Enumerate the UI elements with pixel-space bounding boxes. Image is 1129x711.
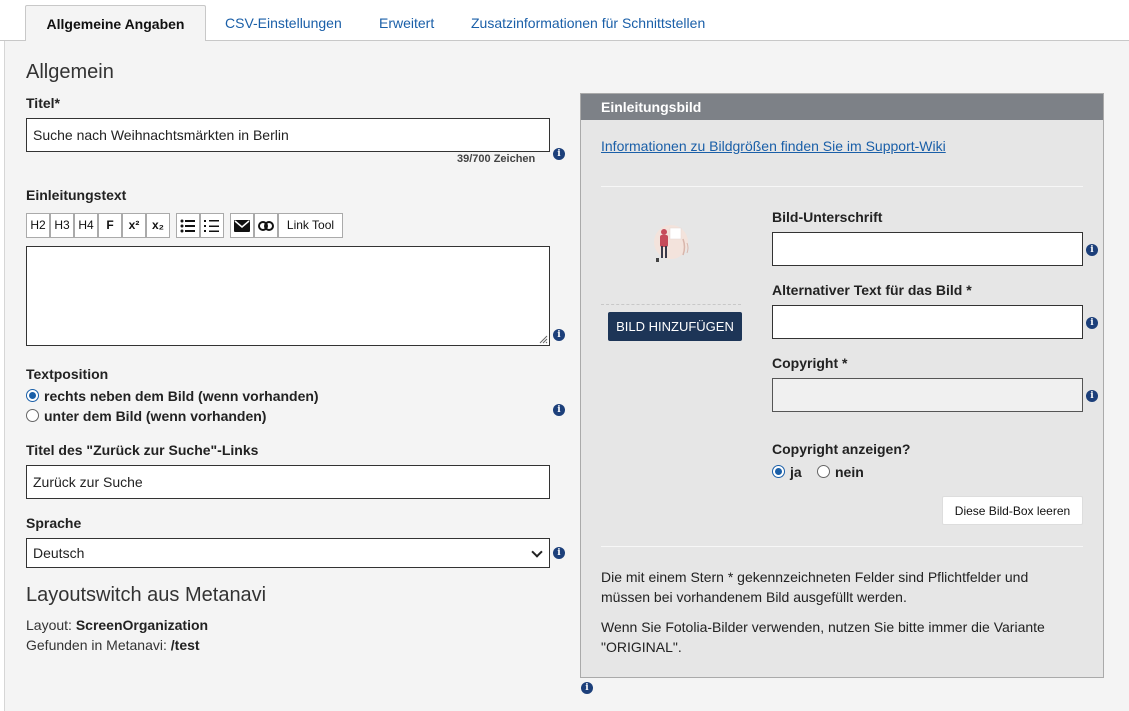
required-fields-note: Die mit einem Stern * gekennzeichneten F… (601, 569, 1029, 605)
numbered-list-icon (204, 220, 219, 232)
envelope-icon (234, 220, 250, 232)
show-copyright-no-label[interactable]: nein (835, 464, 864, 480)
h3-button[interactable]: H3 (50, 213, 74, 238)
layout-label: Layout: (26, 617, 72, 633)
back-link-label: Titel des "Zurück zur Suche"-Links (26, 442, 259, 458)
numbered-list-button[interactable] (200, 213, 224, 238)
info-icon[interactable]: i (1086, 317, 1098, 329)
title-char-counter: 39/700 Zeichen (457, 153, 536, 165)
divider (601, 546, 1083, 547)
info-icon[interactable]: i (553, 404, 565, 416)
intro-text-label: Einleitungstext (26, 187, 127, 203)
info-icon[interactable]: i (581, 682, 593, 694)
textposition-below-label[interactable]: unter dem Bild (wenn vorhanden) (44, 408, 266, 424)
image-drop-divider (601, 304, 741, 305)
show-copyright-no-radio[interactable] (817, 465, 830, 478)
chevron-down-icon (531, 546, 543, 558)
link-button[interactable] (254, 213, 278, 238)
bullet-list-button[interactable] (176, 213, 200, 238)
tab-content: Allgemein Titel* Suche nach Weihnachtsmä… (4, 41, 1129, 711)
clear-image-box-button[interactable]: Diese Bild-Box leeren (942, 496, 1083, 525)
tab-zusatzinformationen[interactable]: Zusatzinformationen für Schnittstellen (453, 5, 723, 41)
caption-label: Bild-Unterschrift (772, 209, 883, 225)
bullet-list-icon (180, 219, 195, 233)
h4-button[interactable]: H4 (74, 213, 98, 238)
caption-input[interactable] (772, 232, 1083, 266)
metanavi-label: Gefunden in Metanavi: (26, 637, 167, 653)
textposition-right-label[interactable]: rechts neben dem Bild (wenn vorhanden) (44, 388, 319, 404)
add-image-button[interactable]: BILD HINZUFÜGEN (608, 312, 742, 341)
language-label: Sprache (26, 515, 82, 531)
textposition-below-radio[interactable] (26, 409, 39, 422)
divider (601, 186, 1083, 187)
language-select[interactable]: Deutsch (26, 538, 550, 568)
tab-allgemeine-angaben[interactable]: Allgemeine Angaben (25, 5, 206, 42)
link-icon (258, 221, 274, 231)
textposition-label: Textposition (26, 366, 109, 382)
alt-text-label: Alternativer Text für das Bild * (772, 282, 972, 298)
layout-value: ScreenOrganization (75, 617, 209, 633)
intro-textarea[interactable] (26, 246, 550, 346)
info-icon[interactable]: i (1086, 390, 1098, 402)
textposition-right-radio[interactable] (26, 389, 39, 402)
intro-image-panel: Einleitungsbild Informationen zu Bildgrö… (580, 93, 1104, 678)
subscript-button[interactable]: x₂ (146, 213, 170, 238)
title-label: Titel* (26, 95, 60, 111)
tab-erweitert[interactable]: Erweitert (361, 5, 452, 41)
bold-button[interactable]: F (98, 213, 122, 238)
info-icon[interactable]: i (1086, 244, 1098, 256)
resize-handle-icon[interactable] (538, 334, 548, 344)
show-copyright-yes-label[interactable]: ja (790, 464, 802, 480)
info-icon[interactable]: i (553, 329, 565, 341)
show-copyright-yes-radio[interactable] (772, 465, 785, 478)
layout-info-row: Layout: ScreenOrganization (26, 617, 208, 633)
info-icon[interactable]: i (553, 148, 565, 160)
back-link-input[interactable]: Zurück zur Suche (26, 465, 550, 499)
title-input[interactable]: Suche nach Weihnachtsmärkten in Berlin (26, 118, 550, 152)
section-heading-allgemein: Allgemein (26, 61, 114, 83)
link-tool-button[interactable]: Link Tool (278, 213, 343, 238)
copyright-input[interactable] (772, 378, 1083, 412)
image-placeholder-icon (654, 225, 689, 262)
tab-bar: Allgemeine Angaben CSV-Einstellungen Erw… (0, 0, 1129, 42)
fotolia-note: Wenn Sie Fotolia-Bilder verwenden, nutze… (601, 619, 1045, 655)
language-select-value: Deutsch (33, 545, 85, 561)
tab-csv-einstellungen[interactable]: CSV-Einstellungen (207, 5, 360, 41)
show-copyright-label: Copyright anzeigen? (772, 441, 911, 457)
metanavi-info-row: Gefunden in Metanavi: /test (26, 637, 200, 653)
section-heading-layoutswitch: Layoutswitch aus Metanavi (26, 584, 267, 606)
alt-text-input[interactable] (772, 305, 1083, 339)
info-icon[interactable]: i (553, 547, 565, 559)
intro-image-panel-header: Einleitungsbild (581, 94, 1103, 120)
metanavi-value: /test (170, 637, 200, 653)
h2-button[interactable]: H2 (26, 213, 50, 238)
superscript-button[interactable]: x² (122, 213, 146, 238)
support-wiki-link[interactable]: Informationen zu Bildgrößen finden Sie i… (601, 138, 946, 154)
copyright-label: Copyright * (772, 355, 848, 371)
email-button[interactable] (230, 213, 254, 238)
